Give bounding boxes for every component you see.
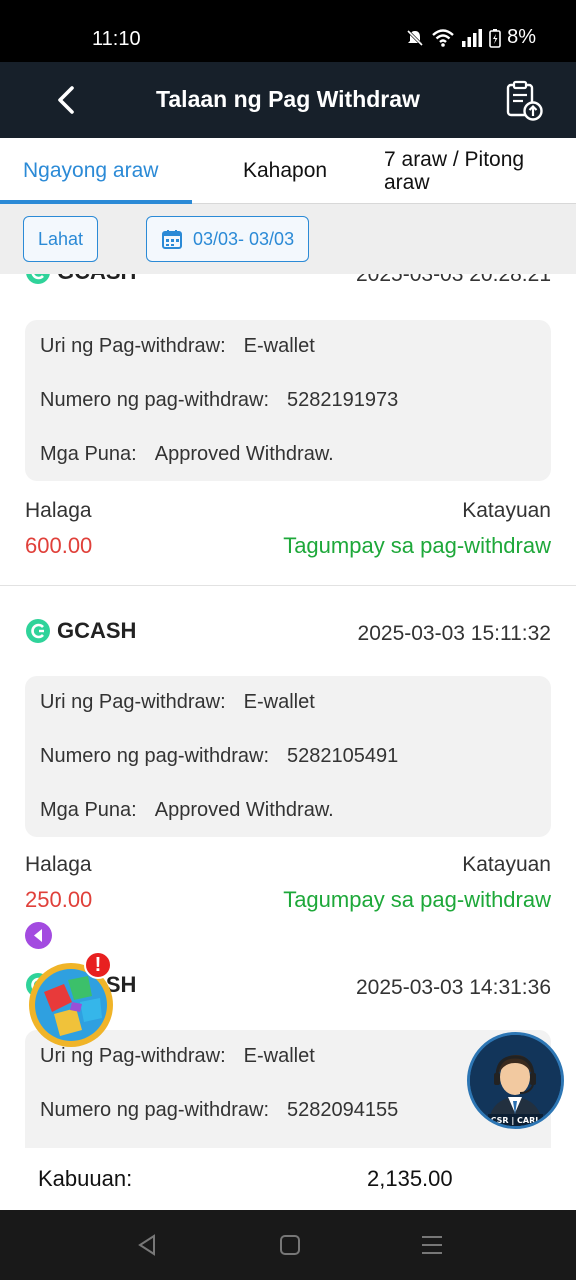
detail-number-label: Numero ng pag-withdraw — [40, 1099, 264, 1121]
amount-label: Halaga — [25, 853, 92, 876]
detail-separator: : — [263, 1099, 269, 1121]
detail-number-value: 5282094155 — [287, 1099, 399, 1121]
date-range-button[interactable]: 03/03- 03/03 — [146, 216, 310, 262]
payment-brand: GCASH — [25, 618, 136, 644]
withdraw-record: GCASH 2025-03-03 20:28:21 Uri ng Pag-wit… — [0, 274, 576, 586]
brand-name: GCASH — [57, 618, 137, 643]
gcash-logo-icon — [26, 619, 50, 643]
total-label: Kabuuan: — [38, 1166, 133, 1191]
status-value: Tagumpay sa pag-withdraw — [283, 887, 551, 912]
detail-number-value: 5282105491 — [287, 745, 399, 767]
record-details: Uri ng Pag-withdraw: E-wallet Numero ng p… — [25, 320, 551, 481]
status-label: Katayuan — [462, 853, 551, 876]
tab-seven-days[interactable]: 7 araw / Pitong araw — [384, 138, 564, 204]
nav-menu-icon[interactable] — [419, 1232, 445, 1258]
detail-number-label: Numero ng pag-withdraw — [40, 745, 264, 767]
support-agent-label: CSR | CARL — [491, 1116, 541, 1125]
detail-number-row: Numero ng pag-withdraw: 5282094155 — [40, 1099, 398, 1122]
calendar-icon — [162, 230, 182, 249]
detail-separator: : — [220, 691, 226, 713]
battery-level: 8% — [507, 26, 536, 48]
mute-icon — [407, 29, 424, 46]
detail-separator: : — [131, 799, 137, 821]
status-icons: 8% — [405, 26, 536, 49]
detail-separator: : — [263, 745, 269, 767]
detail-type-label: Uri ng Pag-withdraw — [40, 335, 221, 357]
detail-remarks-value: Approved Withdraw. — [154, 799, 334, 821]
detail-remarks-row: Mga Puna: Approved Withdraw. — [40, 443, 334, 466]
amount-value: 600.00 — [25, 533, 93, 558]
total-summary: Kabuuan: 2,135.00 — [25, 1148, 551, 1210]
system-navigation-bar — [0, 1210, 576, 1280]
withdraw-record: GCASH 2025-03-03 15:11:32 Uri ng Pag-wit… — [0, 590, 576, 945]
status-label: Katayuan — [462, 499, 551, 522]
record-header: GCASH 2025-03-03 20:28:21 — [25, 274, 551, 291]
detail-separator: : — [263, 389, 269, 411]
filter-all-button[interactable]: Lahat — [23, 216, 99, 262]
detail-type-row: Uri ng Pag-withdraw: E-wallet — [40, 1045, 315, 1068]
app-header: Talaan ng Pag Withdraw — [0, 62, 576, 138]
payment-brand: GCASH — [25, 274, 136, 285]
status-time: 11:10 — [92, 28, 141, 50]
sound-toggle-button[interactable] — [25, 922, 52, 949]
notification-badge: ! — [84, 951, 112, 979]
detail-remarks-label: Mga Puna — [40, 799, 132, 821]
record-time: 2025-03-03 15:11:32 — [357, 622, 551, 645]
amount-label: Halaga — [25, 499, 92, 522]
detail-number-row: Numero ng pag-withdraw: 5282191973 — [40, 389, 398, 412]
detail-type-value: E-wallet — [243, 691, 315, 713]
detail-number-value: 5282191973 — [287, 389, 399, 411]
detail-separator: : — [220, 1045, 226, 1067]
nav-back-icon[interactable] — [134, 1232, 160, 1258]
record-header: GCASH 2025-03-03 15:11:32 — [25, 618, 551, 650]
brand-name: GCASH — [57, 274, 136, 285]
detail-separator: : — [131, 443, 137, 465]
detail-type-row: Uri ng Pag-withdraw: E-wallet — [40, 691, 315, 714]
detail-type-value: E-wallet — [243, 335, 315, 357]
amount-value: 250.00 — [25, 887, 93, 912]
wifi-icon — [432, 28, 454, 47]
tab-yesterday[interactable]: Kahapon — [243, 138, 327, 204]
date-range-label: 03/03- 03/03 — [193, 228, 295, 249]
detail-number-label: Numero ng pag-withdraw — [40, 389, 264, 411]
status-bar: 11:10 8% — [0, 0, 576, 62]
signal-icon — [462, 28, 483, 47]
nav-home-icon[interactable] — [277, 1232, 303, 1258]
customer-support-button[interactable]: CSR | CARL — [467, 1032, 564, 1129]
gcash-logo-icon — [26, 274, 50, 284]
detail-remarks-row: Mga Puna: Approved Withdraw. — [40, 799, 334, 822]
speaker-icon — [34, 929, 42, 942]
battery-charging-icon — [489, 28, 501, 48]
record-time: 2025-03-03 20:28:21 — [356, 274, 551, 286]
support-agent-icon: CSR | CARL — [470, 1035, 561, 1126]
detail-type-value: E-wallet — [243, 1045, 315, 1067]
status-value: Tagumpay sa pag-withdraw — [283, 533, 551, 558]
detail-remarks-value: Approved Withdraw. — [154, 443, 334, 465]
detail-type-row: Uri ng Pag-withdraw: E-wallet — [40, 335, 315, 358]
detail-number-row: Numero ng pag-withdraw: 5282105491 — [40, 745, 398, 768]
detail-type-label: Uri ng Pag-withdraw — [40, 1045, 221, 1067]
record-details: Uri ng Pag-withdraw: E-wallet Numero ng p… — [25, 676, 551, 837]
filter-bar: Lahat 03/03- 03/03 — [0, 204, 576, 274]
detail-separator: : — [220, 335, 226, 357]
date-tabs: Ngayong araw Kahapon 7 araw / Pitong ara… — [0, 138, 576, 204]
total-value: 2,135.00 — [367, 1166, 453, 1191]
page-title: Talaan ng Pag Withdraw — [156, 86, 420, 112]
clipboard-upload-icon[interactable] — [504, 78, 544, 122]
record-time: 2025-03-03 14:31:36 — [356, 976, 551, 999]
detail-type-label: Uri ng Pag-withdraw — [40, 691, 221, 713]
detail-remarks-label: Mga Puna — [40, 443, 132, 465]
tab-today[interactable]: Ngayong araw — [23, 138, 158, 204]
